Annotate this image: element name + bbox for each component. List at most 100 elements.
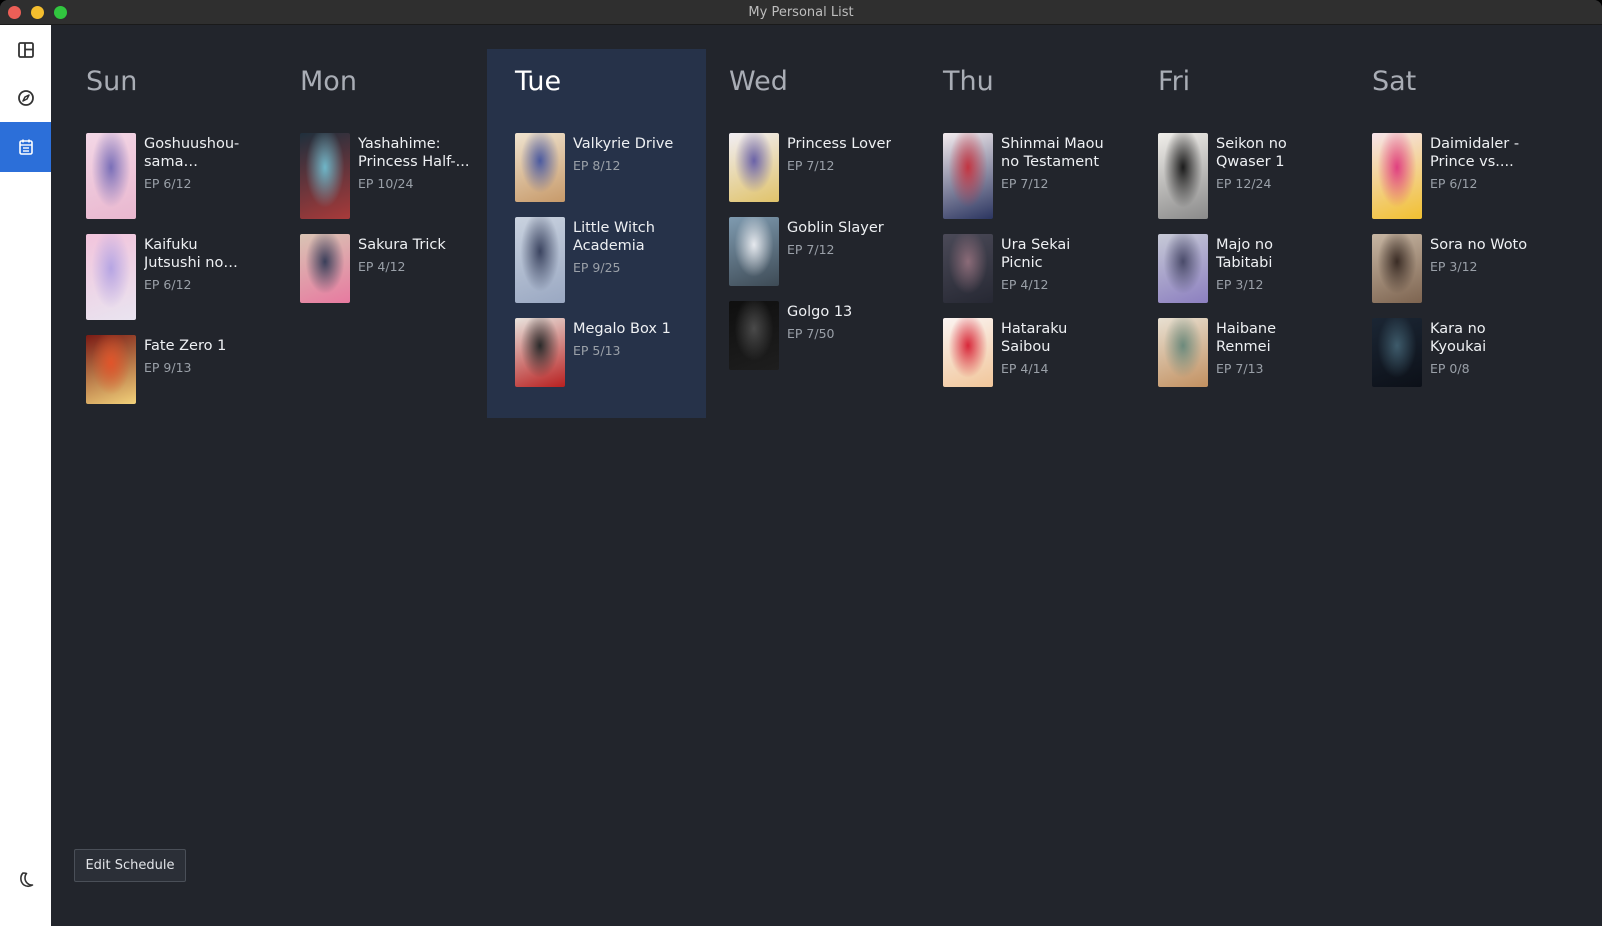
day-heading: Thu: [943, 66, 994, 97]
episode-progress: EP 7/13: [1216, 361, 1264, 376]
show-poster: [300, 234, 350, 303]
episode-progress: EP 12/24: [1216, 176, 1272, 191]
show-title: Hataraku Saibou: [1001, 321, 1068, 355]
sidebar-item-schedule[interactable]: [0, 122, 51, 172]
show-poster: [943, 133, 993, 219]
show-card[interactable]: Ura Sekai Picnic EP 4/12: [943, 234, 1114, 303]
show-info: Shinmai Maou no Testament EP 7/12: [1001, 133, 1114, 219]
sidebar-item-explore[interactable]: [0, 73, 51, 123]
show-poster: [943, 234, 993, 303]
show-card[interactable]: Shinmai Maou no Testament EP 7/12: [943, 133, 1114, 219]
episode-progress: EP 7/12: [787, 158, 835, 173]
show-card[interactable]: Fate Zero 1 EP 9/13: [86, 335, 257, 404]
show-info: Sakura Trick EP 4/12: [358, 234, 446, 303]
show-card[interactable]: Princess Lover EP 7/12: [729, 133, 900, 202]
show-poster: [1372, 234, 1422, 303]
show-info: Haibane Renmei EP 7/13: [1216, 318, 1329, 387]
show-info: Megalo Box 1 EP 5/13: [573, 318, 671, 387]
show-card[interactable]: Golgo 13 EP 7/50: [729, 301, 900, 370]
day-heading: Wed: [729, 66, 788, 97]
day-column-sun: SunGoshuushou-sama Ninomiya-...EP 6/12Ka…: [58, 49, 277, 435]
episode-progress: EP 3/12: [1216, 277, 1264, 292]
show-card[interactable]: Sakura Trick EP 4/12: [300, 234, 471, 303]
day-heading: Fri: [1158, 66, 1191, 97]
show-card[interactable]: Sora no Woto EP 3/12: [1372, 234, 1543, 303]
show-poster: [729, 301, 779, 370]
show-title: Fate Zero 1: [144, 338, 227, 354]
show-card[interactable]: Goshuushou-sama Ninomiya-... EP 6/12: [86, 133, 257, 219]
show-info: Ura Sekai Picnic EP 4/12: [1001, 234, 1114, 303]
show-title: Golgo 13: [787, 304, 853, 320]
show-title: Kara no Kyoukai: [1430, 321, 1487, 355]
sidebar-item-dashboard[interactable]: [0, 25, 51, 75]
show-title: Little Witch Academia: [573, 220, 655, 254]
show-poster: [729, 133, 779, 202]
show-title: Valkyrie Drive: [573, 136, 674, 152]
show-poster: [1158, 234, 1208, 303]
show-card[interactable]: Yashahime: Princess Half-... EP 10/24: [300, 133, 471, 219]
show-title: Shinmai Maou no Testament: [1001, 136, 1104, 170]
title-bar: My Personal List: [0, 0, 1602, 25]
show-poster: [1158, 318, 1208, 387]
show-poster: [943, 318, 993, 387]
show-title: Goblin Slayer: [787, 220, 884, 236]
show-title: Sora no Woto: [1430, 237, 1528, 253]
show-info: Goshuushou-sama Ninomiya-... EP 6/12: [144, 133, 257, 219]
episode-progress: EP 6/12: [1430, 176, 1478, 191]
show-card[interactable]: Little Witch Academia EP 9/25: [515, 217, 686, 303]
day-column-tue: Tue Valkyrie Drive EP 8/12 Little Witch Aca…: [487, 49, 706, 418]
show-poster: [86, 133, 136, 219]
show-card[interactable]: Kara no Kyoukai EP 0/8: [1372, 318, 1543, 387]
show-title: Princess Lover: [787, 136, 892, 152]
show-card[interactable]: Haibane Renmei EP 7/13: [1158, 318, 1329, 387]
dashboard-icon: [17, 42, 34, 58]
episode-progress: EP 8/12: [573, 158, 621, 173]
episode-progress: EP 7/12: [1001, 176, 1049, 191]
show-info: Little Witch Academia EP 9/25: [573, 217, 686, 303]
show-card[interactable]: Megalo Box 1 EP 5/13: [515, 318, 686, 387]
show-poster: [86, 335, 136, 404]
show-info: Daimidaler - Prince vs.... EP 6/12: [1430, 133, 1543, 219]
show-card[interactable]: Valkyrie Drive EP 8/12: [515, 133, 686, 202]
day-column-wed: Wed Princess Lover EP 7/12 Goblin Slayer EP …: [701, 49, 920, 401]
show-poster: [1372, 133, 1422, 219]
theme-toggle-button[interactable]: [0, 855, 51, 905]
show-info: Fate Zero 1 EP 9/13: [144, 335, 226, 404]
show-card[interactable]: Kaifuku Jutsushi no Yarinaoshi EP 6/12: [86, 234, 257, 320]
compass-icon: [17, 90, 34, 106]
show-poster: [86, 234, 136, 320]
show-poster: [729, 217, 779, 286]
show-poster: [515, 133, 565, 202]
calendar-icon: [18, 139, 33, 155]
episode-progress: EP 4/12: [1001, 277, 1049, 292]
show-card[interactable]: Majo no Tabitabi EP 3/12: [1158, 234, 1329, 303]
show-info: Majo no Tabitabi EP 3/12: [1216, 234, 1329, 303]
sidebar: [0, 25, 51, 926]
show-info: Golgo 13 EP 7/50: [787, 301, 852, 370]
show-poster: [1372, 318, 1422, 387]
show-info: Hataraku Saibou EP 4/14: [1001, 318, 1114, 387]
show-info: Yashahime: Princess Half-... EP 10/24: [358, 133, 471, 219]
show-title: Goshuushou-sama Ninomiya-...: [144, 136, 240, 170]
show-title: Ura Sekai Picnic: [1001, 237, 1071, 271]
show-info: Sora no Woto EP 3/12: [1430, 234, 1527, 303]
edit-schedule-button[interactable]: Edit Schedule: [74, 849, 186, 882]
show-card[interactable]: Daimidaler - Prince vs.... EP 6/12: [1372, 133, 1543, 219]
episode-progress: EP 7/12: [787, 242, 835, 257]
show-title: Daimidaler - Prince vs....: [1430, 136, 1520, 170]
day-heading: Mon: [300, 66, 357, 97]
episode-progress: EP 6/12: [144, 277, 192, 292]
show-info: Kara no Kyoukai EP 0/8: [1430, 318, 1543, 387]
day-heading: Tue: [515, 66, 562, 97]
episode-progress: EP 5/13: [573, 343, 621, 358]
schedule-view: SunGoshuushou-sama Ninomiya-...EP 6/12Ka…: [51, 25, 1602, 926]
show-info: Goblin Slayer EP 7/12: [787, 217, 884, 286]
show-poster: [1158, 133, 1208, 219]
episode-progress: EP 6/12: [144, 176, 192, 191]
day-column-sat: Sat Daimidaler - Prince vs.... EP 6/12 Sora…: [1344, 49, 1563, 418]
episode-progress: EP 3/12: [1430, 259, 1478, 274]
show-title: Yashahime: Princess Half-...: [358, 136, 470, 170]
show-card[interactable]: Seikon no Qwaser 1 EP 12/24: [1158, 133, 1329, 219]
show-card[interactable]: Goblin Slayer EP 7/12: [729, 217, 900, 286]
show-card[interactable]: Hataraku Saibou EP 4/14: [943, 318, 1114, 387]
